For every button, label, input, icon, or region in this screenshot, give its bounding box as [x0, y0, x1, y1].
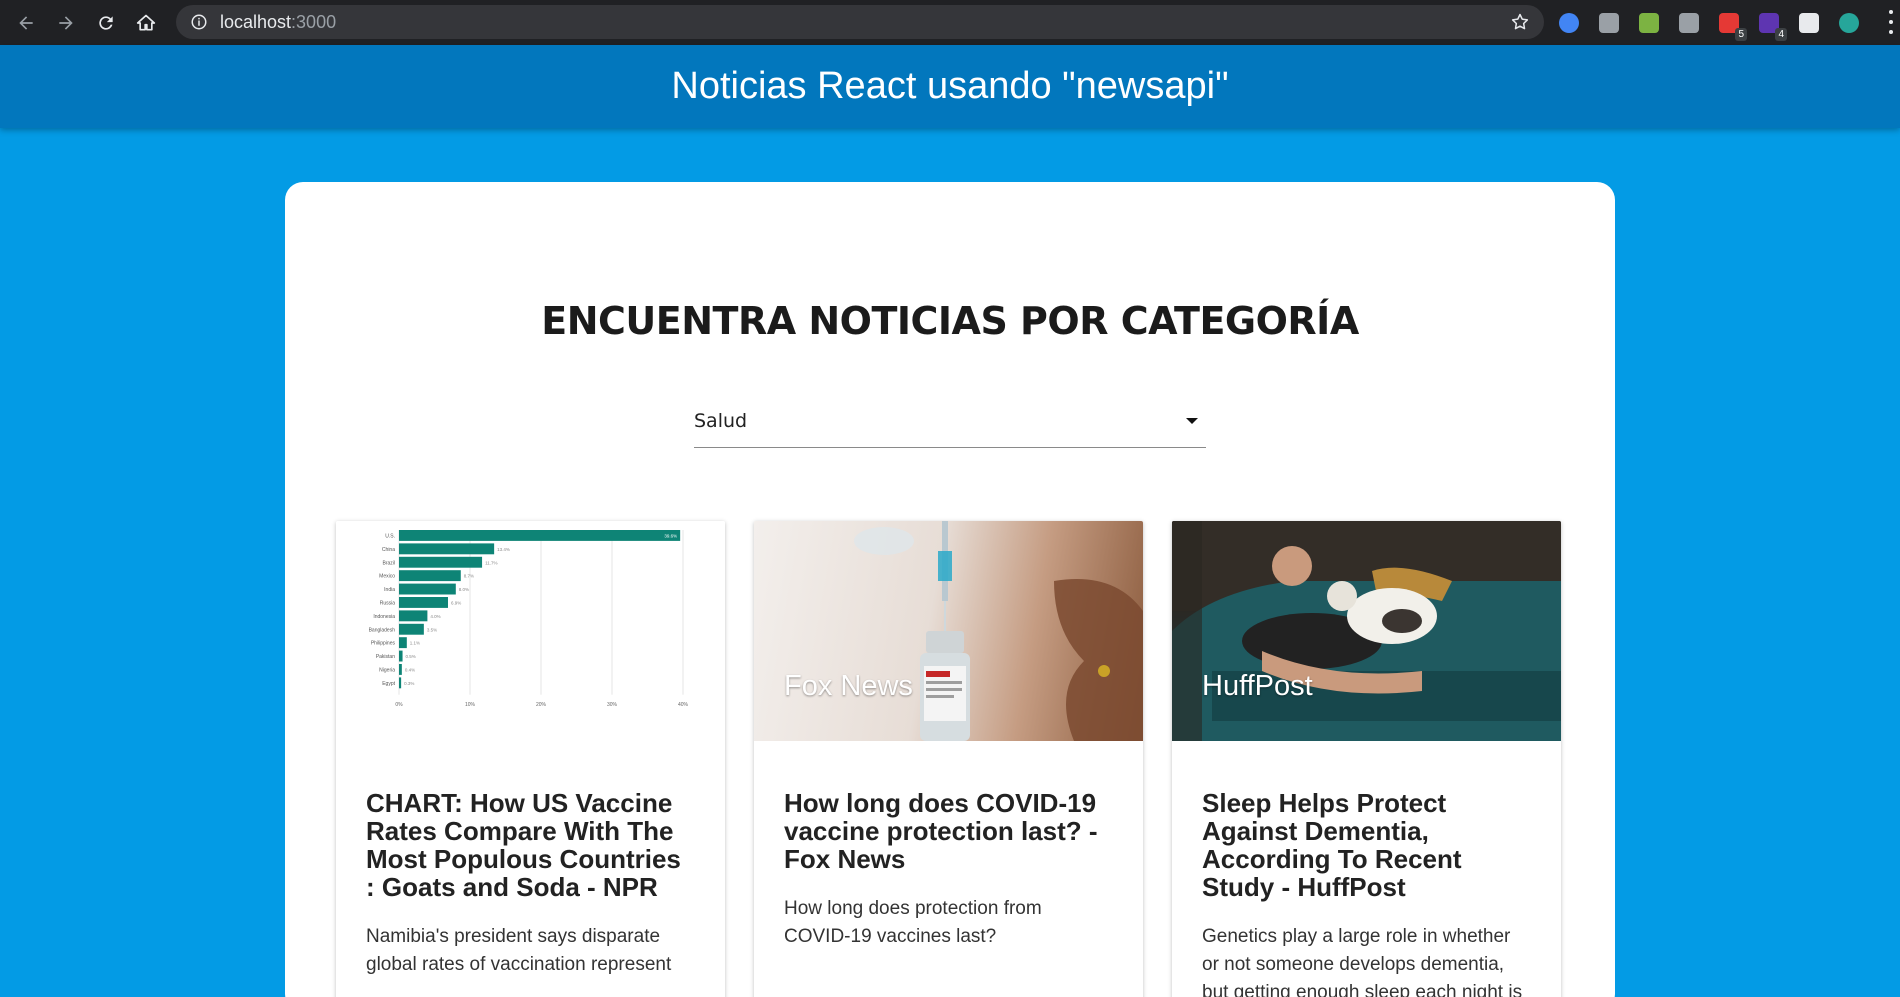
chart-value-label: 8.7%: [464, 574, 474, 579]
address-bar[interactable]: localhost:3000: [176, 5, 1544, 39]
news-image[interactable]: 0% 10% 20% 30% 40% U.S. 39.6% China 13.4% Brazil 1…: [336, 521, 725, 741]
category-select[interactable]: Salud: [694, 400, 1206, 448]
vaccination-chart-thumbnail: 0% 10% 20% 30% 40% U.S. 39.6% China 13.4% Brazil 1…: [369, 530, 689, 708]
news-description: Genetics play a large role in whether or…: [1202, 926, 1523, 997]
url-port: :3000: [291, 11, 337, 32]
chart-category-label: Mexico: [379, 574, 395, 580]
home-button[interactable]: [126, 0, 166, 45]
chart-category-label: India: [384, 587, 395, 593]
app-header: Noticias React usando "newsapi": [0, 45, 1900, 128]
news-source: Fox News: [784, 670, 913, 702]
browser-toolbar: localhost:3000 54: [0, 0, 1900, 45]
chart-bar: [399, 570, 461, 582]
profile-extension-icon[interactable]: [1555, 9, 1583, 37]
vue-extension-icon[interactable]: [1675, 9, 1703, 37]
bookmark-star-icon[interactable]: [1510, 12, 1530, 32]
chart-value-label: 0.5%: [406, 654, 416, 659]
avatar-icon[interactable]: [1835, 9, 1863, 37]
puzzle-extension-icon-glyph: [1799, 12, 1819, 33]
news-image[interactable]: HuffPost: [1172, 521, 1561, 741]
chart-bar: [399, 530, 681, 541]
news-description: Namibia's president says disparate globa…: [366, 926, 672, 975]
news-title[interactable]: How long does COVID-19 vaccine protectio…: [784, 789, 1113, 873]
chart-bar: [399, 677, 402, 689]
chart-value-label: 1.1%: [410, 641, 420, 646]
chart-category-label: Russia: [380, 601, 396, 607]
main-card: ENCUENTRA NOTICIAS POR CATEGORÍA Salud 0…: [285, 182, 1615, 997]
chart-tick-label: 10%: [465, 702, 476, 708]
category-select-value: Salud: [694, 410, 748, 432]
chart-value-label: 3.5%: [427, 627, 437, 632]
chart-category-label: Brazil: [382, 560, 395, 566]
chart-value-label: 4.0%: [430, 614, 440, 619]
news-grid: 0% 10% 20% 30% 40% U.S. 39.6% China 13.4% Brazil 1…: [336, 521, 1562, 997]
chart-bar: [399, 583, 456, 595]
url-text: localhost:3000: [220, 12, 336, 33]
chart-bar: [399, 610, 428, 622]
info-icon[interactable]: [190, 13, 208, 31]
chart-bar: [399, 650, 403, 662]
back-button[interactable]: [6, 0, 46, 45]
app-title: Noticias React usando "newsapi": [671, 65, 1229, 107]
chart-tick-label: 0%: [395, 702, 403, 708]
reload-icon: [99, 15, 113, 30]
chart-value-label: 13.4%: [497, 547, 510, 552]
news-source: HuffPost: [1202, 670, 1313, 702]
chrome-menu-icon[interactable]: [1888, 10, 1894, 34]
home-icon: [136, 14, 156, 30]
wave-extension-icon-glyph: [1639, 12, 1659, 33]
extensions-bar: 54: [1555, 0, 1863, 45]
url-host: localhost: [220, 11, 292, 32]
cs-extension-icon-glyph: [1599, 12, 1619, 33]
chart-bar: [399, 556, 483, 568]
chart-value-label: 0.4%: [405, 668, 415, 673]
purple-extension-icon[interactable]: 4: [1755, 9, 1787, 41]
profile-extension-icon-glyph: [1559, 12, 1579, 33]
chart-category-label: Egypt: [382, 681, 395, 687]
news-card[interactable]: HuffPost Sleep Helps Protect Against Dem…: [1172, 521, 1561, 997]
news-title[interactable]: Sleep Helps Protect Against Dementia, Ac…: [1202, 789, 1531, 901]
chart-value-label: 39.6%: [664, 534, 677, 539]
news-title[interactable]: CHART: How US Vaccine Rates Compare With…: [366, 789, 695, 901]
extension-badge: 5: [1735, 27, 1747, 41]
chart-category-label: Indonesia: [373, 614, 395, 620]
chart-tick-label: 40%: [678, 702, 689, 708]
section-title: ENCUENTRA NOTICIAS POR CATEGORÍA: [541, 299, 1359, 343]
forward-button[interactable]: [46, 0, 86, 45]
chart-category-label: Nigeria: [379, 668, 395, 674]
vue-extension-icon-glyph: [1679, 12, 1699, 33]
chart-value-label: 0.3%: [404, 681, 414, 686]
news-description: How long does protection from COVID-19 v…: [784, 898, 1042, 947]
chart-category-label: China: [382, 547, 395, 553]
chart-bar: [399, 543, 495, 555]
chart-category-label: U.S.: [385, 534, 395, 540]
chart-value-label: 6.9%: [451, 601, 461, 606]
chart-bar: [399, 623, 424, 635]
wave-extension-icon[interactable]: [1635, 9, 1663, 37]
news-image[interactable]: Fox News: [754, 521, 1143, 741]
arrow-right-icon: [59, 15, 73, 30]
chart-category-label: Pakistan: [376, 654, 395, 660]
news-card[interactable]: Fox News How long does COVID-19 vaccine …: [754, 521, 1143, 997]
chart-bar: [399, 597, 448, 608]
extension-badge: 4: [1775, 27, 1787, 41]
reload-button[interactable]: [86, 0, 126, 45]
chart-bar: [399, 637, 407, 649]
news-card[interactable]: 0% 10% 20% 30% 40% U.S. 39.6% China 13.4% Brazil 1…: [336, 521, 725, 997]
sleeping-man-dog-illustration: [1172, 521, 1561, 741]
chart-tick-label: 20%: [536, 702, 547, 708]
cs-extension-icon[interactable]: [1595, 9, 1623, 37]
puzzle-extension-icon[interactable]: [1795, 9, 1823, 37]
chart-bar: [399, 664, 402, 675]
chart-category-label: Bangladesh: [369, 627, 396, 633]
arrow-left-icon: [19, 15, 33, 30]
chart-value-label: 11.7%: [485, 560, 497, 565]
chart-tick-label: 30%: [607, 702, 618, 708]
avatar-icon-glyph: [1839, 12, 1859, 33]
vaccine-photo-illustration: [854, 521, 1143, 741]
red-extension-icon[interactable]: 5: [1715, 9, 1747, 41]
chart-value-label: 8.0%: [459, 587, 469, 592]
caret-down-icon: [1186, 418, 1198, 424]
chart-category-label: Philippines: [371, 641, 396, 647]
